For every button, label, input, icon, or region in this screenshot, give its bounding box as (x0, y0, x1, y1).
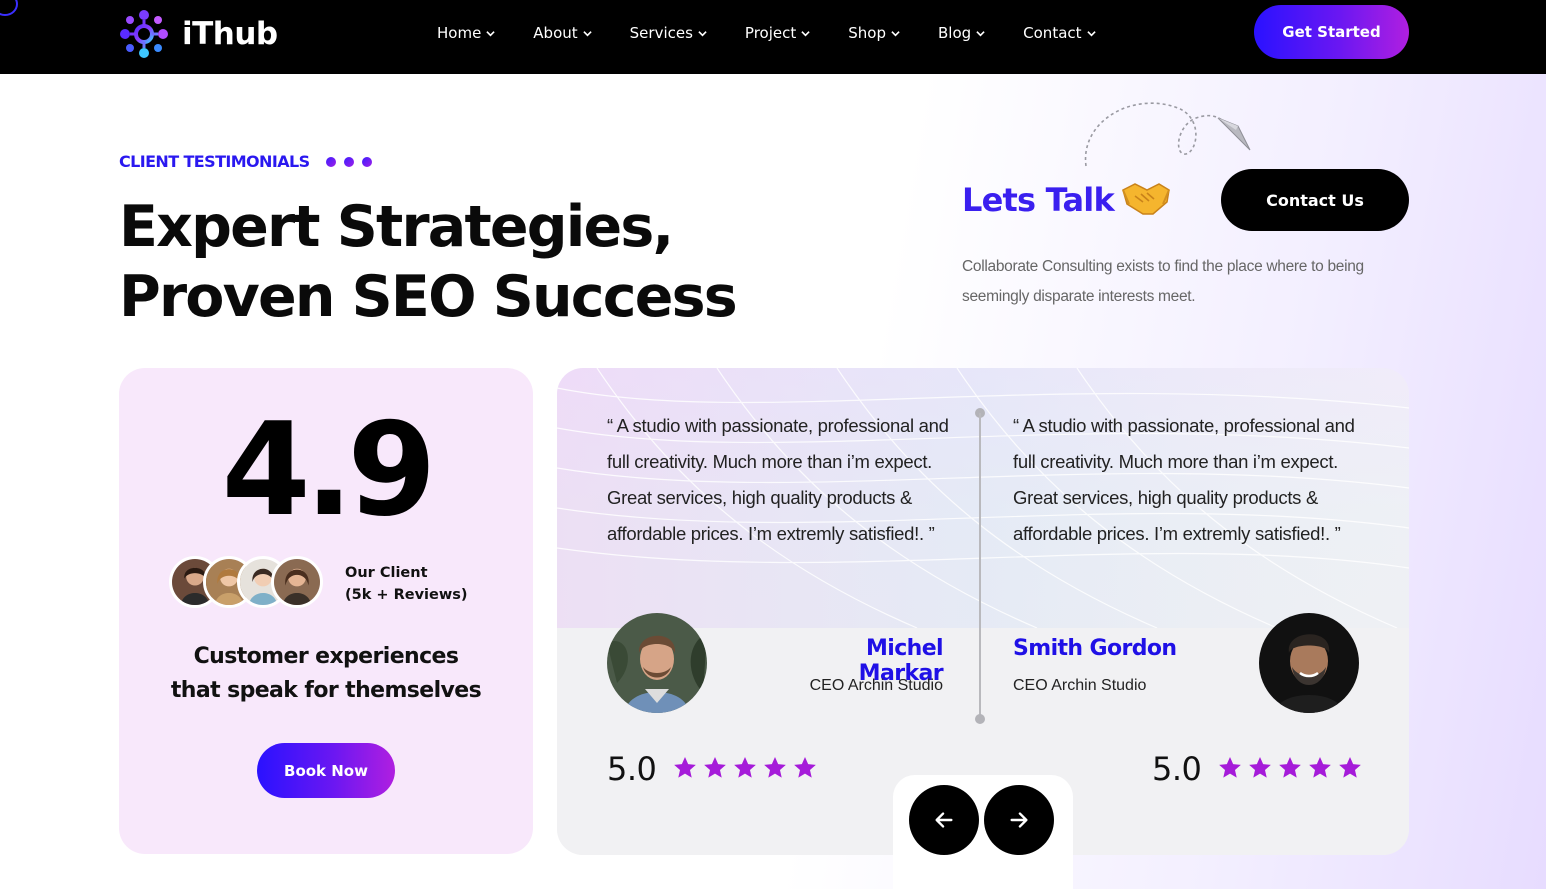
nav-label: About (533, 24, 578, 42)
top-navbar: iThub Home About Services Project Shop B… (0, 0, 1546, 74)
star-icon (1339, 756, 1361, 778)
testimonial-quote: “ A studio with passionate, professional… (607, 415, 949, 544)
star-icon (1249, 756, 1271, 778)
reviewer-role: CEO Archin Studio (1013, 677, 1147, 694)
nav-label: Project (744, 24, 797, 42)
review-count: (5k + Reviews) (345, 587, 468, 603)
star-rating (1217, 755, 1363, 781)
star-rating (672, 755, 818, 781)
paper-plane-path-decoration (1084, 102, 1251, 167)
rating-card-tagline: Customer experiences that speak for them… (119, 640, 533, 708)
tagline-line-1: Customer experiences (193, 644, 459, 669)
ithub-logo-icon (120, 10, 168, 58)
headline-line-1: Expert Strategies, (119, 194, 674, 260)
chevron-down-icon (1086, 30, 1096, 36)
brand-name: iThub (182, 16, 278, 52)
star-icon (1279, 756, 1301, 778)
nav-item-services[interactable]: Services (630, 24, 707, 42)
tagline-line-2: that speak for themselves (170, 678, 482, 703)
corner-ring-decoration (0, 0, 18, 16)
reviewer-photo (1259, 613, 1359, 713)
nav-label: Blog (937, 24, 972, 42)
previous-slide-button[interactable] (909, 785, 979, 855)
review-score: 5.0 (607, 750, 657, 788)
brand-logo[interactable]: iThub (118, 8, 278, 60)
star-icon (1219, 756, 1241, 778)
nav-label: Shop (848, 24, 886, 42)
review-score: 5.0 (1152, 750, 1202, 788)
reviewer-name: Smith Gordon (1013, 636, 1177, 661)
chevron-down-icon (801, 30, 810, 36)
chevron-down-icon (976, 30, 985, 36)
reviewer-photo (607, 613, 707, 713)
lets-talk-title: Lets Talk (962, 181, 1115, 219)
testimonial-quote: “ A studio with passionate, professional… (1013, 415, 1355, 544)
lets-talk-description: Collaborate Consulting exists to find th… (962, 258, 1364, 305)
nav-item-blog[interactable]: Blog (938, 24, 985, 42)
client-review-count: Our Client (5k + Reviews) (345, 562, 468, 606)
client-label: Our Client (345, 565, 428, 581)
eyebrow-dots-decoration (325, 156, 372, 167)
chevron-down-icon (698, 30, 707, 36)
star-icon (794, 756, 816, 778)
star-icon (704, 756, 726, 778)
testimonial-divider (979, 413, 981, 719)
chevron-down-icon (486, 30, 495, 36)
contact-us-button[interactable]: Contact Us (1221, 169, 1409, 231)
chevron-down-icon (891, 30, 900, 36)
nav-label: Contact (1023, 24, 1082, 42)
nav-item-contact[interactable]: Contact (1023, 24, 1096, 42)
handshake-icon (1122, 183, 1170, 215)
nav-label: Services (629, 24, 693, 42)
main-nav: Home About Services Project Shop Blog Co… (437, 24, 1134, 42)
nav-item-home[interactable]: Home (437, 24, 495, 42)
star-icon (1309, 756, 1331, 778)
arrow-right-icon (1010, 812, 1028, 828)
next-slide-button[interactable] (984, 785, 1054, 855)
section-headline: Expert Strategies, Proven SEO Success (119, 192, 738, 332)
star-icon (674, 756, 696, 778)
star-icon (764, 756, 786, 778)
nav-item-shop[interactable]: Shop (848, 24, 900, 42)
rating-card: 4.9 Our Client (5k + Reviews) Customer e… (119, 368, 533, 854)
nav-label: Home (437, 24, 482, 42)
section-eyebrow: CLIENT TESTIMONIALS (119, 152, 372, 171)
get-started-button[interactable]: Get Started (1254, 5, 1409, 59)
headline-line-2: Proven SEO Success (119, 264, 738, 330)
avatar (271, 556, 323, 608)
nav-item-project[interactable]: Project (745, 24, 810, 42)
arrow-left-icon (935, 812, 953, 828)
book-now-button[interactable]: Book Now (257, 743, 395, 798)
star-icon (734, 756, 756, 778)
overall-rating: 4.9 (221, 396, 437, 545)
reviewer-role: CEO Archin Studio (809, 677, 943, 694)
chevron-down-icon (582, 30, 592, 36)
client-avatars (169, 556, 323, 608)
nav-item-about[interactable]: About (533, 24, 592, 42)
eyebrow-text: CLIENT TESTIMONIALS (119, 152, 310, 171)
divider-dot (975, 714, 985, 724)
